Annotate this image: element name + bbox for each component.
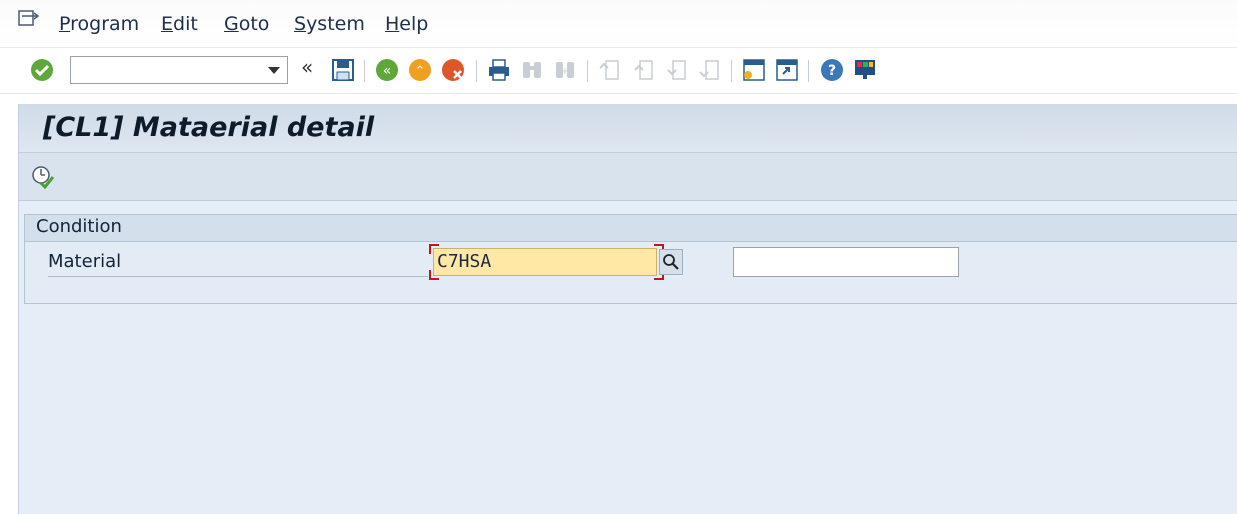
previous-page-icon[interactable] — [632, 58, 656, 82]
help-icon[interactable]: ? — [820, 58, 844, 82]
screen-area: [CL1] Mataerial detail Condition Materia… — [18, 104, 1237, 514]
application-toolbar — [19, 153, 1237, 201]
menu-goto[interactable]: Goto — [224, 13, 269, 35]
svg-text:«: « — [383, 63, 392, 79]
first-page-icon[interactable] — [598, 58, 622, 82]
create-session-icon[interactable] — [742, 58, 766, 82]
svg-text:⌃: ⌃ — [415, 64, 426, 79]
condition-frame-header: Condition — [25, 215, 1237, 242]
double-chevron-icon[interactable]: « — [301, 55, 313, 79]
svg-text:?: ? — [828, 63, 836, 79]
print-icon[interactable] — [487, 58, 511, 82]
material-low-field-wrapper: C7HSA — [429, 244, 664, 280]
save-icon[interactable] — [331, 58, 355, 82]
page-title: [CL1] Mataerial detail — [43, 112, 375, 143]
command-field[interactable] — [70, 56, 288, 84]
menu-edit[interactable]: Edit — [161, 13, 198, 35]
menu-program[interactable]: Program — [59, 13, 139, 35]
material-low-input[interactable]: C7HSA — [433, 248, 657, 276]
label-underline — [48, 276, 428, 277]
svg-text:+: + — [561, 66, 569, 77]
menu-overview-icon[interactable] — [18, 10, 40, 28]
toolbar-separator — [808, 60, 809, 82]
menu-bar: Program Edit Goto System Help — [0, 0, 1237, 48]
focus-bracket — [429, 270, 439, 280]
next-page-icon[interactable] — [665, 58, 689, 82]
exit-icon[interactable]: ⌃ — [408, 58, 432, 82]
customize-layout-icon[interactable] — [853, 58, 877, 82]
cancel-icon[interactable] — [441, 58, 465, 82]
back-icon[interactable]: « — [375, 58, 399, 82]
shortcut-icon[interactable] — [775, 58, 799, 82]
search-icon — [663, 254, 679, 270]
search-help-button[interactable] — [659, 249, 683, 275]
find-next-icon[interactable]: + — [553, 58, 577, 82]
enter-icon[interactable] — [30, 58, 54, 82]
command-dropdown-icon[interactable] — [268, 67, 280, 74]
title-bar: [CL1] Mataerial detail — [19, 104, 1237, 153]
toolbar-separator — [364, 60, 365, 82]
execute-icon[interactable] — [31, 165, 55, 189]
material-high-input[interactable] — [733, 247, 959, 277]
condition-frame-title: Condition — [36, 216, 122, 237]
material-label: Material — [48, 251, 122, 272]
menu-help[interactable]: Help — [385, 13, 428, 35]
last-page-icon[interactable] — [698, 58, 722, 82]
find-icon[interactable] — [520, 58, 544, 82]
focus-bracket — [429, 244, 439, 254]
toolbar-separator — [476, 60, 477, 82]
toolbar-separator — [731, 60, 732, 82]
menu-system[interactable]: System — [294, 13, 365, 35]
toolbar-separator — [587, 60, 588, 82]
